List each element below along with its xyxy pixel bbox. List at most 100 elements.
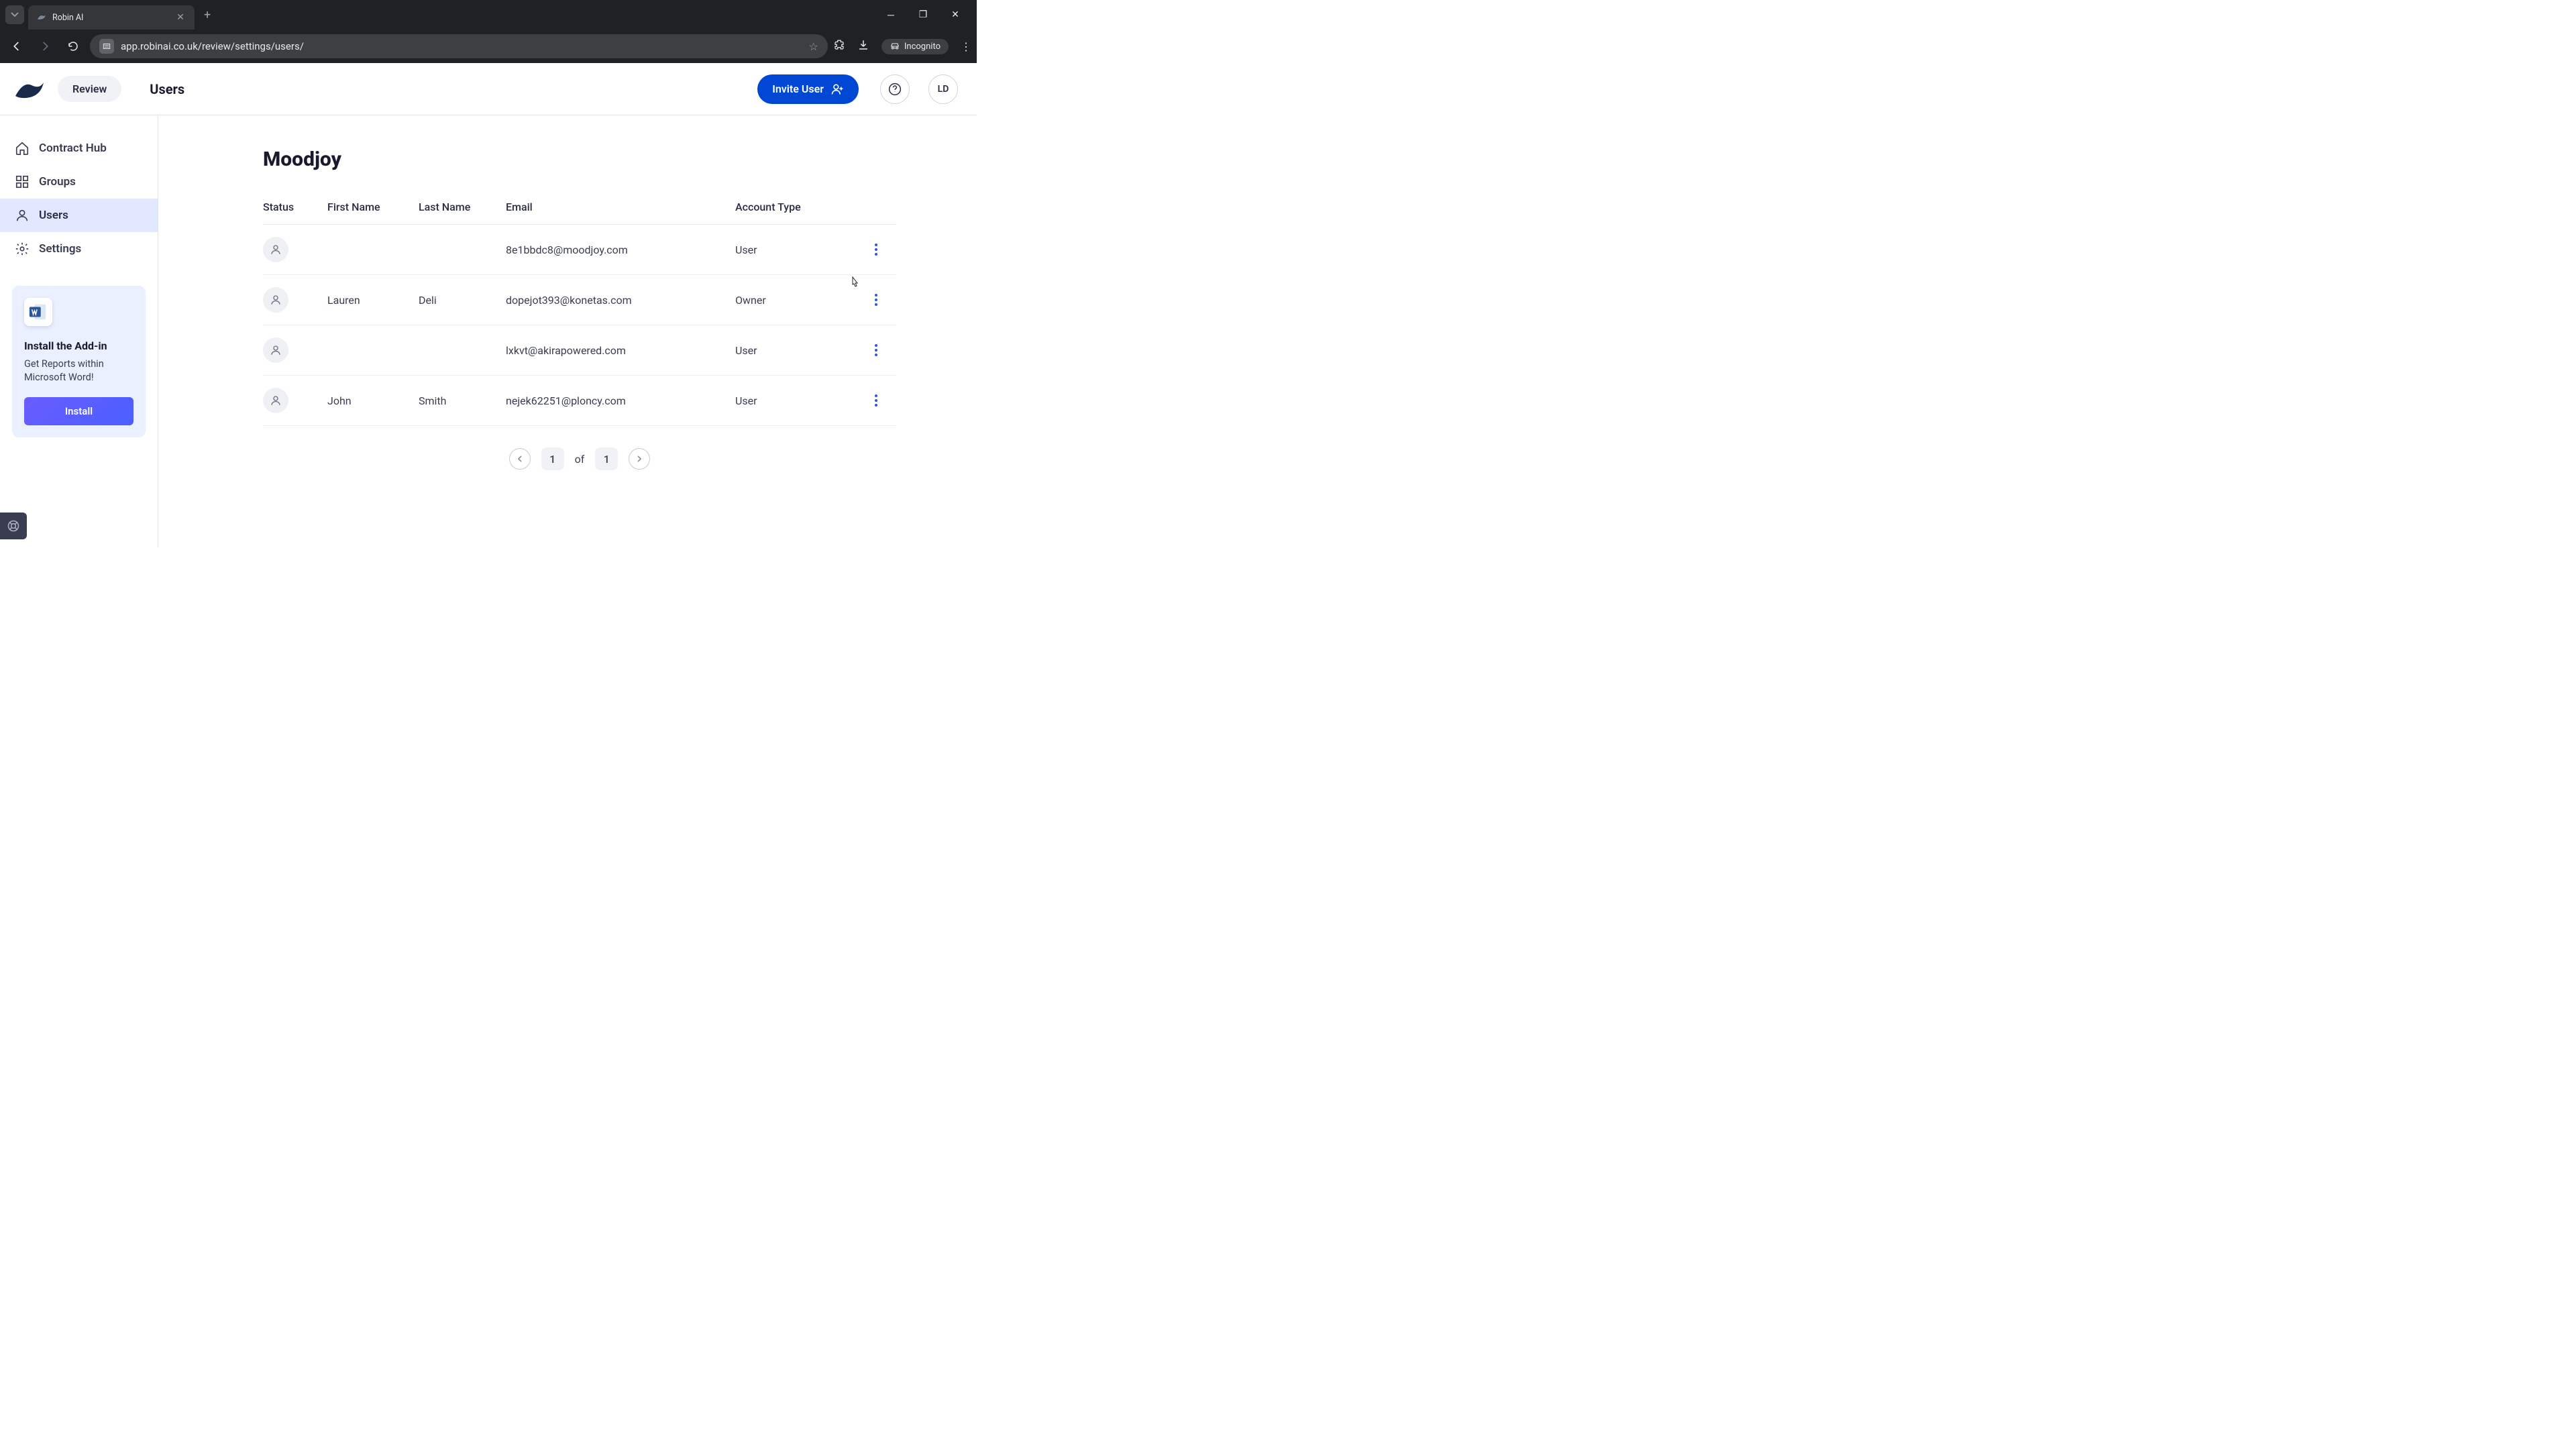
invite-user-button[interactable]: Invite User: [757, 74, 859, 104]
sidebar-item-label: Groups: [39, 175, 76, 189]
browser-menu-icon[interactable]: ⋮: [961, 40, 971, 53]
table-row: Lauren Deli dopejot393@konetas.com Owner: [263, 275, 896, 325]
gear-icon: [15, 241, 30, 256]
table-row: 8e1bbdc8@moodjoy.com User: [263, 225, 896, 275]
org-title: Moodjoy: [263, 148, 896, 171]
support-button[interactable]: [0, 513, 27, 539]
row-menu-button[interactable]: [856, 293, 896, 307]
addin-title: Install the Add-in: [24, 339, 133, 352]
window-controls: ─ ❐ ✕: [881, 9, 977, 21]
sidebar-item-groups[interactable]: Groups: [0, 165, 158, 199]
cell-first-name: Lauren: [327, 294, 419, 307]
cell-account-type: Owner: [735, 294, 856, 307]
downloads-icon[interactable]: [857, 39, 869, 54]
invite-user-icon: [830, 83, 844, 96]
row-menu-button[interactable]: [856, 394, 896, 407]
dots-vertical-icon: [874, 243, 878, 256]
incognito-label: Incognito: [904, 42, 941, 52]
user-icon: [15, 208, 30, 223]
reload-button[interactable]: [62, 35, 85, 58]
home-icon: [15, 141, 30, 156]
cell-email: nejek62251@ploncy.com: [506, 394, 735, 407]
dots-vertical-icon: [874, 343, 878, 357]
back-button[interactable]: [5, 35, 28, 58]
sidebar-item-users[interactable]: Users: [0, 199, 158, 232]
table-row: John Smith nejek62251@ploncy.com User: [263, 376, 896, 426]
address-bar: app.robinai.co.uk/review/settings/users/…: [0, 30, 977, 63]
cell-email: lxkvt@akirapowered.com: [506, 344, 735, 357]
close-tab-icon[interactable]: ✕: [174, 11, 186, 23]
col-email: Email: [506, 201, 735, 213]
pagination: 1 of 1: [263, 447, 896, 470]
next-page-button[interactable]: [629, 448, 650, 470]
app-logo-icon[interactable]: [13, 76, 46, 103]
sidebar: Contract Hub Groups Users Settings: [0, 115, 158, 547]
avatar[interactable]: LD: [928, 74, 958, 104]
maximize-icon[interactable]: ❐: [914, 9, 932, 21]
cell-account-type: User: [735, 244, 856, 256]
status-avatar-icon: [263, 388, 288, 413]
status-avatar-icon: [263, 337, 288, 363]
col-last-name: Last Name: [419, 201, 506, 213]
bookmark-icon[interactable]: ☆: [809, 40, 818, 53]
chevron-left-icon: [516, 455, 524, 463]
cell-account-type: User: [735, 394, 856, 407]
help-icon: [888, 83, 902, 96]
col-status: Status: [263, 201, 327, 213]
addin-subtitle: Get Reports within Microsoft Word!: [24, 358, 133, 385]
browser-tab[interactable]: Robin AI ✕: [28, 5, 195, 30]
row-menu-button[interactable]: [856, 343, 896, 357]
cell-email: 8e1bbdc8@moodjoy.com: [506, 244, 735, 256]
app-body: Contract Hub Groups Users Settings: [0, 115, 977, 547]
tabs-dropdown-icon[interactable]: [5, 5, 24, 24]
row-menu-button[interactable]: [856, 243, 896, 256]
chevron-right-icon: [635, 455, 643, 463]
review-pill[interactable]: Review: [58, 76, 121, 102]
new-tab-button[interactable]: +: [195, 8, 220, 22]
pagination-of: of: [575, 453, 585, 466]
install-button[interactable]: Install: [24, 397, 133, 425]
table-row: lxkvt@akirapowered.com User: [263, 325, 896, 376]
lifebuoy-icon: [7, 519, 20, 533]
help-button[interactable]: [880, 74, 910, 104]
sidebar-item-contract-hub[interactable]: Contract Hub: [0, 131, 158, 165]
status-avatar-icon: [263, 287, 288, 313]
col-first-name: First Name: [327, 201, 419, 213]
tab-bar: Robin AI ✕ + ─ ❐ ✕: [0, 0, 977, 30]
page-title: Users: [150, 81, 184, 97]
close-window-icon[interactable]: ✕: [946, 9, 965, 21]
cell-last-name: Smith: [419, 394, 506, 407]
cell-account-type: User: [735, 344, 856, 357]
sidebar-item-label: Settings: [39, 242, 81, 256]
minimize-icon[interactable]: ─: [881, 9, 900, 21]
addin-card: Install the Add-in Get Reports within Mi…: [12, 286, 146, 437]
url-text: app.robinai.co.uk/review/settings/users/: [121, 40, 304, 52]
topbar: Review Users Invite User LD: [0, 63, 977, 115]
cell-email: dopejot393@konetas.com: [506, 294, 735, 307]
tab-favicon-icon: [36, 12, 47, 23]
current-page: 1: [541, 447, 564, 470]
col-account-type: Account Type: [735, 201, 856, 213]
cell-first-name: John: [327, 394, 419, 407]
browser-chrome: Robin AI ✕ + ─ ❐ ✕ app.robinai.co.uk/rev…: [0, 0, 977, 63]
app: Review Users Invite User LD Contract Hub: [0, 63, 977, 547]
word-icon: [24, 298, 52, 326]
site-settings-icon[interactable]: [99, 39, 114, 54]
sidebar-item-label: Contract Hub: [39, 142, 107, 155]
url-field[interactable]: app.robinai.co.uk/review/settings/users/…: [90, 34, 828, 58]
main-content: Moodjoy Status First Name Last Name Emai…: [158, 115, 977, 547]
users-table: Status First Name Last Name Email Accoun…: [263, 190, 896, 426]
prev-page-button[interactable]: [509, 448, 531, 470]
dots-vertical-icon: [874, 394, 878, 407]
cell-last-name: Deli: [419, 294, 506, 307]
table-header: Status First Name Last Name Email Accoun…: [263, 190, 896, 225]
toolbar-icons: Incognito ⋮: [833, 39, 971, 54]
status-avatar-icon: [263, 237, 288, 262]
tab-title: Robin AI: [52, 13, 169, 23]
sidebar-item-settings[interactable]: Settings: [0, 232, 158, 266]
incognito-badge[interactable]: Incognito: [881, 39, 949, 54]
total-pages: 1: [595, 447, 618, 470]
grid-icon: [15, 174, 30, 189]
extensions-icon[interactable]: [833, 39, 845, 54]
forward-button[interactable]: [34, 35, 56, 58]
